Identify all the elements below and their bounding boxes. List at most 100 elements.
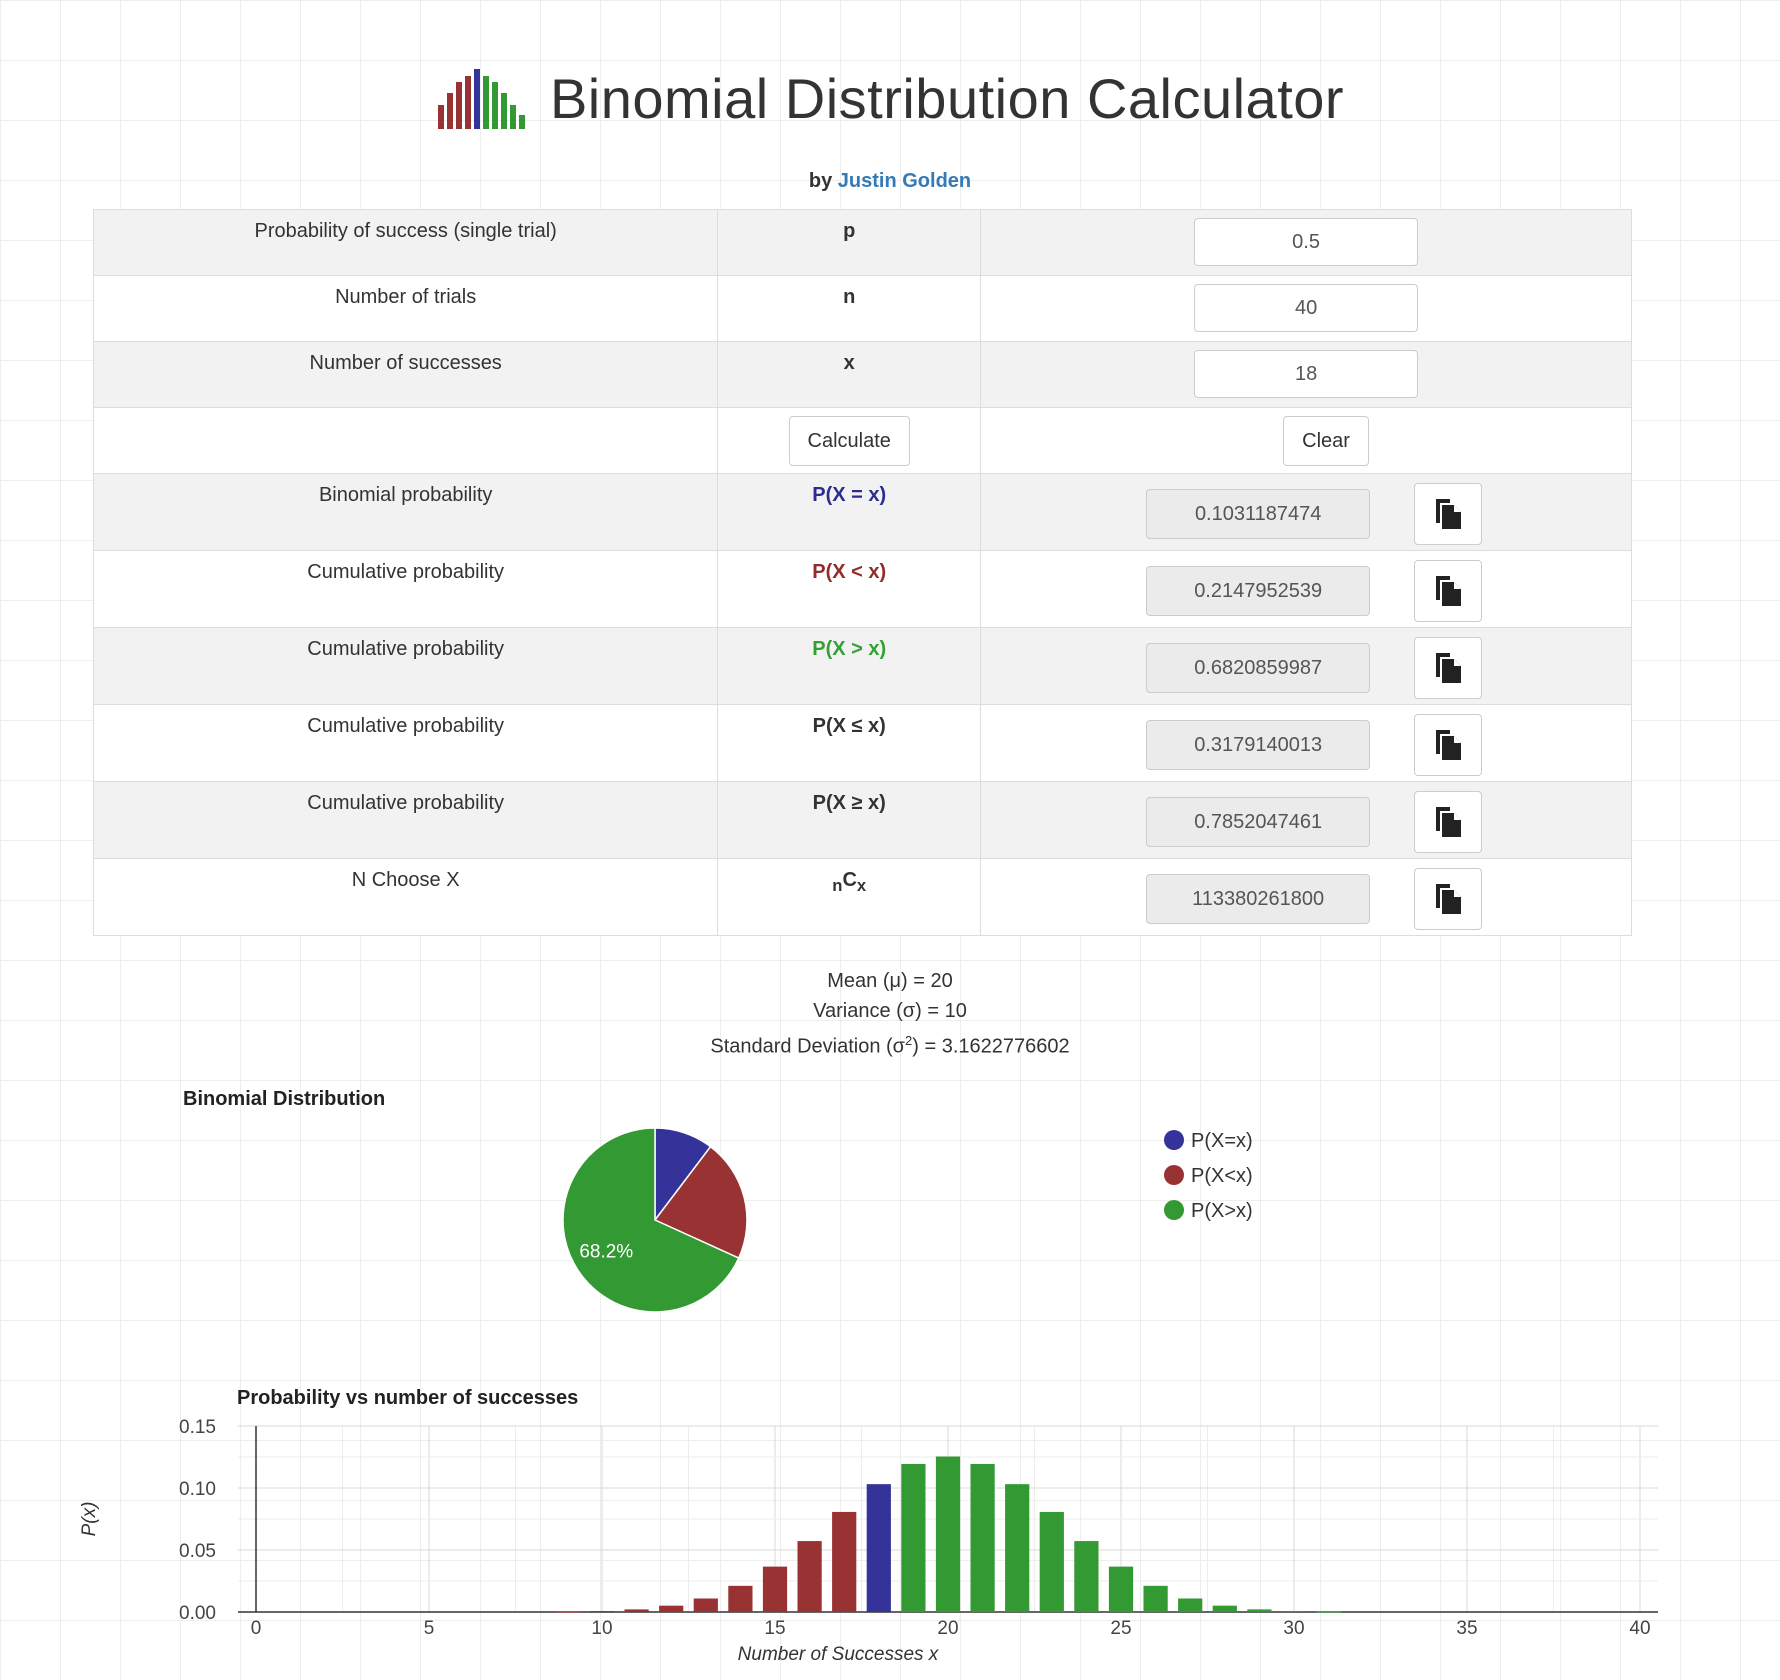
result-row: Cumulative probability P(X < x) 0.214795… <box>92 550 1632 628</box>
legend-label: P(X>x) <box>1191 1200 1253 1222</box>
input-symbol: p <box>717 209 982 276</box>
calculator-table: Probability of success (single trial) p … <box>92 209 1632 936</box>
x-tick-label: 20 <box>937 1618 958 1639</box>
pie-chart: 68.2% P(X=x) P(X<x) P(X>x) <box>562 1127 1253 1313</box>
bar[interactable] <box>1178 1598 1203 1612</box>
copy-button[interactable] <box>1414 483 1483 545</box>
y-tick-label: 0.10 <box>179 1479 216 1500</box>
p-input[interactable]: 0.5 <box>1194 218 1419 266</box>
result-value[interactable]: 0.6820859987 <box>1146 643 1371 693</box>
bar[interactable] <box>1039 1511 1064 1612</box>
legend-label: P(X=x) <box>1191 1130 1253 1152</box>
pie-chart-title: Binomial Distribution <box>183 1088 386 1110</box>
bar[interactable] <box>659 1605 684 1612</box>
x-tick-label: 15 <box>764 1618 785 1639</box>
bar[interactable] <box>935 1456 961 1612</box>
result-value[interactable]: 0.3179140013 <box>1146 720 1371 770</box>
bar[interactable] <box>555 1611 580 1613</box>
bar-chart-title: Probability vs number of successes <box>237 1387 579 1409</box>
bar[interactable] <box>1005 1484 1030 1612</box>
button-row: Calculate Clear <box>92 407 1632 474</box>
input-label: Number of successes <box>92 341 719 408</box>
bar[interactable] <box>1247 1609 1272 1612</box>
bar[interactable] <box>624 1609 649 1612</box>
clear-button[interactable]: Clear <box>1283 416 1369 466</box>
sd-text: Standard Deviation (σ2) = 3.1622776602 <box>710 1033 1070 1058</box>
copy-icon <box>1436 884 1462 914</box>
y-axis-label: P(x) <box>79 1502 100 1537</box>
result-label: Cumulative probability <box>92 627 719 705</box>
bar[interactable] <box>901 1463 926 1612</box>
result-symbol: P(X = x) <box>717 473 982 551</box>
bar[interactable] <box>866 1484 891 1612</box>
bar-chart: 0 5 10 15 20 25 30 35 40 0.00 0.05 0.10 0.15 Number o… <box>79 1417 1658 1665</box>
result-symbol: P(X ≥ x) <box>717 781 982 859</box>
x-tick-label: 35 <box>1456 1618 1477 1639</box>
nchoosex-row: N Choose X nCx 113380261800 <box>92 858 1632 936</box>
bar[interactable] <box>832 1511 857 1612</box>
bar[interactable] <box>797 1541 822 1612</box>
legend-marker <box>1164 1200 1184 1220</box>
result-row: Cumulative probability P(X ≥ x) 0.785204… <box>92 781 1632 859</box>
nchoosex-label: N Choose X <box>92 858 719 936</box>
x-tick-label: 40 <box>1629 1618 1650 1639</box>
copy-icon <box>1436 807 1462 837</box>
result-label: Cumulative probability <box>92 704 719 782</box>
result-symbol: P(X > x) <box>717 627 982 705</box>
result-row: Cumulative probability P(X ≤ x) 0.317914… <box>92 704 1632 782</box>
input-row-n: Number of trials n 40 <box>92 275 1632 342</box>
copy-button[interactable] <box>1414 637 1483 699</box>
bar[interactable] <box>1074 1541 1099 1612</box>
copy-icon <box>1436 576 1462 606</box>
legend-marker <box>1164 1165 1184 1185</box>
bar[interactable] <box>1281 1611 1307 1613</box>
result-value[interactable]: 0.1031187474 <box>1146 489 1371 539</box>
x-tick-label: 10 <box>591 1618 612 1639</box>
input-row-p: Probability of success (single trial) p … <box>92 209 1632 276</box>
nchoosex-value[interactable]: 113380261800 <box>1146 874 1371 924</box>
nchoosex-symbol: nCx <box>717 858 982 936</box>
result-label: Binomial probability <box>92 473 719 551</box>
result-row: Cumulative probability P(X > x) 0.682085… <box>92 627 1632 705</box>
copy-icon <box>1436 499 1462 529</box>
byline-prefix: by <box>808 170 833 192</box>
bar[interactable] <box>1108 1566 1134 1612</box>
stats-block: Mean (μ) = 20 Variance (σ) = 10 Standard… <box>0 966 1780 1062</box>
result-label: Cumulative probability <box>92 550 719 628</box>
copy-button[interactable] <box>1414 714 1483 776</box>
bar[interactable] <box>589 1611 615 1613</box>
x-tick-label: 0 <box>251 1618 262 1639</box>
copy-icon <box>1436 653 1462 683</box>
mean-text: Mean (μ) = 20 <box>827 970 953 992</box>
result-row: Binomial probability P(X = x) 0.10311874… <box>92 473 1632 551</box>
result-value[interactable]: 0.7852047461 <box>1146 797 1371 847</box>
bar[interactable] <box>1316 1611 1341 1613</box>
bar[interactable] <box>1143 1585 1168 1612</box>
bar[interactable] <box>762 1566 788 1612</box>
x-tick-label: 5 <box>424 1618 435 1639</box>
author-link[interactable]: Justin Golden <box>838 170 971 192</box>
result-value[interactable]: 0.2147952539 <box>1146 566 1371 616</box>
bar[interactable] <box>1212 1605 1237 1612</box>
header: Binomial Distribution Calculator <box>0 66 1780 131</box>
variance-text: Variance (σ) = 10 <box>813 1000 967 1022</box>
y-tick-label: 0.15 <box>179 1417 216 1438</box>
copy-button[interactable] <box>1414 560 1483 622</box>
bar[interactable] <box>693 1598 718 1612</box>
byline: by Justin Golden <box>0 170 1780 193</box>
copy-button[interactable] <box>1414 791 1483 853</box>
result-symbol: P(X ≤ x) <box>717 704 982 782</box>
copy-button[interactable] <box>1414 868 1483 930</box>
input-symbol: n <box>717 275 982 342</box>
bar[interactable] <box>728 1585 753 1612</box>
result-symbol: P(X < x) <box>717 550 982 628</box>
calculate-button[interactable]: Calculate <box>788 416 910 466</box>
result-label: Cumulative probability <box>92 781 719 859</box>
bar[interactable] <box>970 1463 995 1612</box>
legend-marker <box>1164 1130 1184 1150</box>
n-input[interactable]: 40 <box>1194 284 1419 332</box>
copy-icon <box>1436 730 1462 760</box>
x-input[interactable]: 18 <box>1194 350 1419 398</box>
bar-chart-logo-icon <box>437 68 525 129</box>
y-tick-label: 0.05 <box>179 1541 216 1562</box>
